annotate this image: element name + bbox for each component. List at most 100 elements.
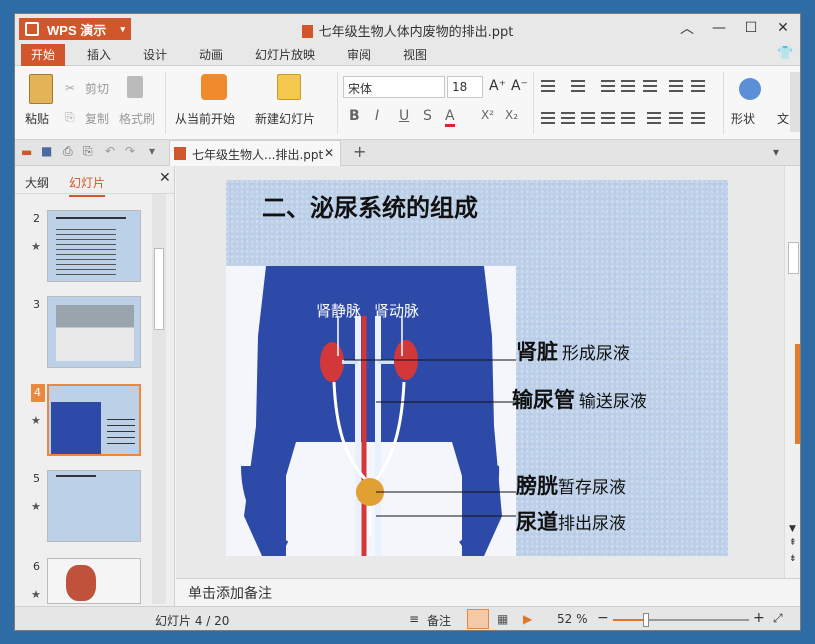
organ-row: 尿道排出尿液	[516, 509, 626, 534]
bold-button[interactable]: B	[349, 108, 360, 124]
minimize-button[interactable]: —	[708, 18, 730, 38]
slide-sorter-icon[interactable]: ▦	[497, 612, 508, 626]
next-slide-icon[interactable]: ⇟	[789, 554, 797, 564]
text-direction-icon[interactable]	[691, 112, 705, 124]
scroll-thumb[interactable]	[788, 242, 799, 274]
tab-slideshow[interactable]: 幻灯片放映	[255, 46, 315, 63]
tab-view[interactable]: 视图	[403, 46, 427, 63]
more-text-button[interactable]: 文	[777, 110, 789, 127]
tab-slides[interactable]: 幻灯片	[69, 174, 106, 197]
print-icon[interactable]: ⎙	[63, 144, 73, 159]
line-spacing-icon[interactable]	[647, 112, 661, 124]
animation-star-icon: ★	[31, 240, 41, 253]
organ-row: 膀胱暂存尿液	[516, 473, 626, 498]
print-preview-icon[interactable]: ⎘	[83, 144, 93, 159]
thumb-number: 6	[33, 560, 40, 573]
organ-row: 肾脏 形成尿液	[516, 339, 630, 364]
task-pane-handle[interactable]	[795, 344, 800, 444]
strike-button[interactable]: S	[423, 108, 432, 124]
slides-scrollbar[interactable]	[152, 194, 166, 604]
font-size-select[interactable]: 18	[447, 76, 483, 98]
close-panel-icon[interactable]: ✕	[159, 170, 171, 186]
maximize-button[interactable]: ☐	[740, 18, 762, 38]
thumb-number: 2	[33, 212, 40, 225]
redo-icon[interactable]: ↷	[125, 144, 135, 158]
slide-thumbnail[interactable]	[47, 558, 141, 604]
copy-button[interactable]: 复制	[85, 110, 109, 127]
distribute-icon[interactable]	[621, 112, 635, 124]
zoom-in-icon[interactable]: +	[753, 610, 765, 626]
save-icon[interactable]: ■	[41, 144, 52, 158]
slide-title: 二、泌尿系统的组成	[262, 193, 478, 222]
notes-toggle-button[interactable]: 备注	[427, 612, 451, 629]
notes-placeholder: 单击添加备注	[188, 586, 272, 602]
close-tab-icon[interactable]: ✕	[324, 146, 334, 160]
from-current-button[interactable]: 从当前开始	[175, 110, 235, 127]
tab-insert[interactable]: 插入	[87, 46, 111, 63]
open-folder-icon[interactable]: ▬	[21, 145, 32, 159]
animation-star-icon: ★	[31, 500, 41, 513]
notes-toggle-icon[interactable]: ≡	[409, 612, 419, 626]
fit-window-icon[interactable]: ⤢	[773, 611, 783, 626]
thumb-number: 5	[33, 472, 40, 485]
slide-thumbnail[interactable]	[47, 210, 141, 282]
line-style-icon[interactable]	[643, 80, 657, 92]
superscript-button[interactable]: X²	[481, 108, 494, 122]
play-icon	[201, 74, 227, 100]
ribbon-scroll[interactable]	[790, 72, 800, 132]
new-slide-button[interactable]: 新建幻灯片	[255, 110, 315, 127]
slide-thumbnail[interactable]	[47, 470, 141, 542]
font-color-button[interactable]: A	[445, 108, 455, 127]
notes-pane[interactable]: 单击添加备注	[176, 578, 800, 606]
subscript-button[interactable]: X₂	[505, 108, 518, 122]
underline-button[interactable]: U	[399, 108, 409, 124]
shrink-font-button[interactable]: A⁻	[511, 78, 528, 94]
tab-design[interactable]: 设计	[143, 46, 167, 63]
tab-home[interactable]: 开始	[21, 44, 66, 66]
align-center-icon[interactable]	[561, 112, 575, 124]
animation-star-icon: ★	[31, 414, 41, 427]
quick-access-menu-icon[interactable]: ▾	[149, 144, 155, 158]
prev-slide-icon[interactable]: ⇞	[789, 538, 797, 548]
columns-icon[interactable]	[669, 80, 683, 92]
ribbon-home: 粘贴 ✂ 剪切 ⎘ 复制 格式刷 从当前开始 新建幻灯片 宋体 18 A⁺ A⁻…	[15, 66, 800, 140]
thumb-number: 3	[33, 298, 40, 311]
italic-button[interactable]: I	[375, 108, 379, 124]
outdent-icon[interactable]	[601, 80, 615, 92]
grow-font-button[interactable]: A⁺	[489, 78, 506, 94]
zoom-slider[interactable]	[613, 613, 749, 627]
slide-counter: 幻灯片 4 / 20	[155, 614, 230, 628]
scroll-down-icon[interactable]: ▼	[789, 524, 796, 534]
close-button[interactable]: ✕	[772, 18, 794, 38]
shapes-button[interactable]: 形状	[731, 110, 755, 127]
new-tab-icon[interactable]: +	[353, 142, 366, 161]
format-painter-button[interactable]: 格式刷	[119, 110, 155, 127]
slide-thumbnail[interactable]	[47, 296, 141, 368]
slides-panel: 大纲 幻灯片 ✕ 2 ★ 3 4 ★ 5 ★ 6 ★	[15, 166, 175, 606]
current-slide[interactable]: 二、泌尿系统的组成 肾静脉 肾动脉 肾脏 形成尿液 输尿管 输送尿液 膀胱暂存尿…	[226, 180, 728, 556]
tab-review[interactable]: 审阅	[347, 46, 371, 63]
paste-button[interactable]: 粘贴	[25, 110, 49, 127]
align-right-icon[interactable]	[581, 112, 595, 124]
text-box-icon[interactable]	[691, 80, 705, 92]
align-left-icon[interactable]	[541, 112, 555, 124]
bullet-list-icon[interactable]	[541, 80, 555, 92]
normal-view-icon[interactable]	[467, 609, 489, 629]
font-name-select[interactable]: 宋体	[343, 76, 445, 98]
document-tab[interactable]: 七年级生物人...排出.ppt ✕	[169, 140, 341, 166]
para-spacing-icon[interactable]	[669, 112, 683, 124]
collapse-ribbon-icon[interactable]: ︿	[676, 18, 698, 38]
slide-thumbnail-selected[interactable]	[47, 384, 141, 456]
cut-button[interactable]: 剪切	[85, 80, 109, 97]
tab-list-icon[interactable]: ▾	[773, 145, 779, 159]
indent-icon[interactable]	[621, 80, 635, 92]
slideshow-icon[interactable]: ▶	[523, 612, 532, 626]
tab-animation[interactable]: 动画	[199, 46, 223, 63]
skin-icon[interactable]: 👕	[777, 46, 793, 61]
zoom-out-icon[interactable]: −	[597, 610, 609, 626]
number-list-icon[interactable]	[571, 80, 585, 92]
tab-outline[interactable]: 大纲	[25, 174, 49, 191]
status-bar: 幻灯片 4 / 20 ≡ 备注 ▦ ▶ 52 % − + ⤢	[15, 606, 800, 630]
justify-icon[interactable]	[601, 112, 615, 124]
undo-icon[interactable]: ↶	[105, 144, 115, 158]
